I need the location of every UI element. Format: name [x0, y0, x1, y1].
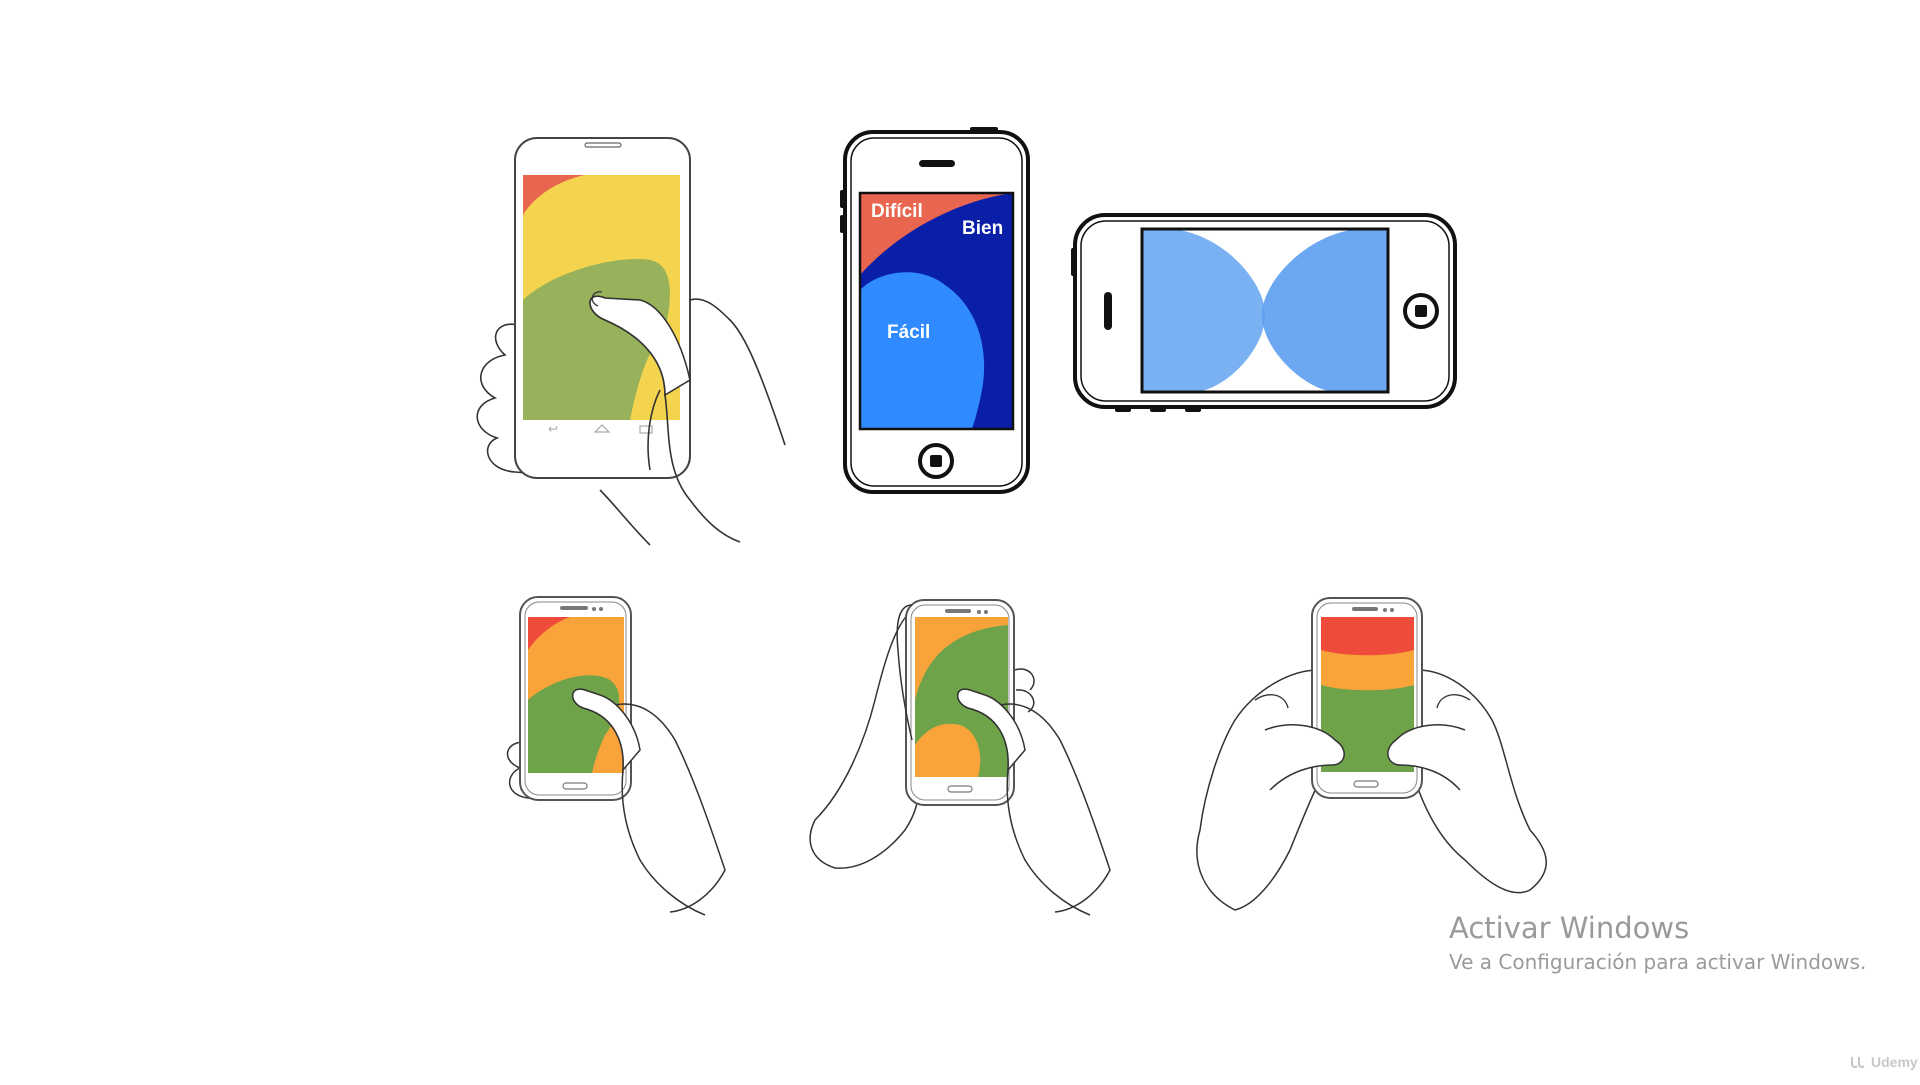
udemy-watermark: Udemy [1850, 1054, 1918, 1070]
windows-activation-title: Activar Windows [1449, 911, 1690, 945]
phone-screen-zones [1142, 229, 1388, 392]
side-button [1071, 248, 1076, 276]
left-hand [809, 609, 920, 869]
label-easy: Fácil [887, 322, 930, 343]
nav-back-icon: ↩ [548, 422, 558, 436]
left-hand [1196, 669, 1321, 911]
udemy-logo-icon [1851, 1057, 1865, 1069]
speaker-slot [919, 160, 955, 167]
phone-one-hand-android: ↩ [476, 137, 786, 546]
phone-iphone-landscape [1071, 213, 1457, 412]
udemy-brand-text: Udemy [1871, 1054, 1918, 1070]
windows-activation-subtitle: Ve a Configuración para activar Windows. [1449, 950, 1867, 974]
phone-two-thumb [1196, 597, 1547, 911]
phone-two-hand-cradled [809, 599, 1111, 916]
volume-button [840, 190, 845, 208]
label-hard: Difícil [871, 201, 923, 222]
label-good: Bien [962, 218, 1003, 239]
zone-red [1321, 617, 1414, 656]
thumb-zone-diagram: ↩ Difícil Bien Fácil Activar Windows Ve … [0, 0, 1920, 1080]
volume-button [840, 215, 845, 233]
right-hand [1414, 669, 1547, 894]
side-button [970, 127, 998, 132]
phone-iphone-portrait: Difícil Bien Fácil [840, 127, 1030, 494]
phone-one-hand-cradled [506, 596, 726, 916]
speaker-slot [1104, 292, 1112, 330]
